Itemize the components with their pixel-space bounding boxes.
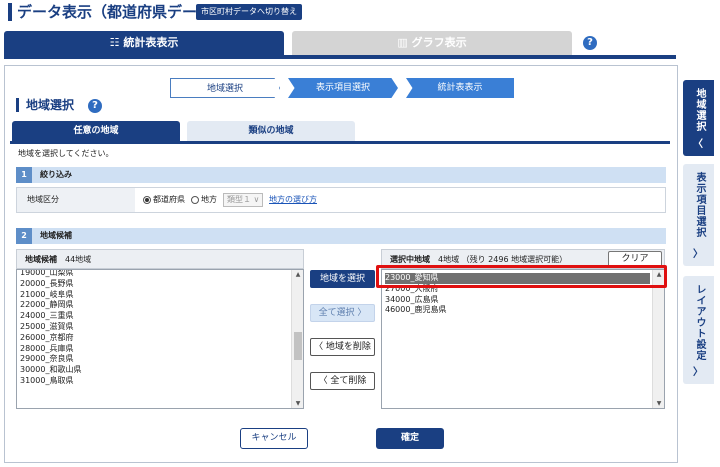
instruction-text: 地域を選択してください。 [18,149,114,158]
radio-dot [191,196,199,204]
list-item[interactable]: 30000_和歌山県 [20,365,303,376]
remove-all-button[interactable]: 〈 全て削除 [310,372,375,390]
howto-link[interactable]: 地方の選び方 [269,188,317,212]
radio-dot-checked [143,196,151,204]
selected-listbox[interactable]: 23000_愛知県 27000_大阪府 34000_広島県 46000_鹿児島県… [381,269,665,409]
help-icon[interactable]: ? [583,36,597,50]
scroll-down-icon[interactable]: ▼ [653,400,664,407]
list-item[interactable]: 29000_奈良県 [20,354,303,365]
radio-prefecture[interactable]: 都道府県 [143,188,185,212]
list-item[interactable]: 24000_三重県 [20,311,303,322]
region-type-options: 都道府県 地方 類型１ ∨ 地方の選び方 [143,188,317,212]
chevron-left-icon: 〈 [693,139,703,150]
step-region-select: 地域選択 [170,78,280,98]
side-tab-items-label: 表示項目選択 [694,172,705,238]
switch-to-municipality-button[interactable]: 市区町村データへ切り替え [196,4,302,20]
list-item[interactable]: 20000_長野県 [20,279,303,290]
radio-prefecture-label: 都道府県 [153,195,185,204]
tab-table-label: 統計表表示 [123,36,179,49]
list-item[interactable]: 22000_静岡県 [20,300,303,311]
candidates-number: 2 [16,228,32,244]
tab-arbitrary-region[interactable]: 任意の地域 [12,121,180,141]
table-icon: ☷ [109,36,124,49]
list-item[interactable]: 31000_鳥取県 [20,376,303,387]
selected-remaining: （残り 2496 地域選択可能） [461,255,568,264]
region-type-row: 地域区分 都道府県 地方 類型１ ∨ 地方の選び方 [16,187,666,213]
candidate-items: 19000_山梨県 20000_長野県 21000_岐阜県 22000_静岡県 … [17,270,303,387]
candidates-title: 地域候補 [40,231,72,240]
tab-graph-label: グラフ表示 [411,36,467,49]
type-select-value: 類型１ [227,195,251,204]
list-item[interactable]: 34000_広島県 [385,295,664,306]
step-item-select: 表示項目選択 [288,78,398,98]
select-all-button[interactable]: 全て選択 〉 [310,304,375,322]
candidate-count: 44地域 [65,255,92,264]
remove-region-button[interactable]: 〈 地域を削除 [310,338,375,356]
side-tab-region-label: 地域選択 [694,88,705,132]
tab-graph-view[interactable]: ▥ グラフ表示 [292,31,572,55]
select-region-button[interactable]: 地域を選択 [310,270,375,288]
bar-chart-icon: ▥ [397,36,412,49]
candidates-header: 2 地域候補 [16,228,666,244]
list-item[interactable]: 26000_京都府 [20,333,303,344]
tab-table-view[interactable]: ☷ 統計表表示 [4,31,284,55]
chevron-right-icon: 〉 [693,249,703,260]
list-item[interactable]: 46000_鹿児島県 [385,305,664,316]
selected-list-title: 選択中地域 [390,255,430,264]
list-item[interactable]: 28000_兵庫県 [20,344,303,355]
type-select[interactable]: 類型１ ∨ [223,193,263,207]
confirm-button[interactable]: 確定 [376,428,444,449]
step-table-display: 統計表表示 [406,78,514,98]
filter-header: 1 絞り込み [16,167,666,183]
cancel-button[interactable]: キャンセル [240,428,308,449]
section-help-icon[interactable]: ? [88,99,102,113]
radio-region-label: 地方 [201,195,217,204]
page-title: データ表示（都道府県データ） [8,3,227,21]
list-item[interactable]: 25000_滋賀県 [20,322,303,333]
tab-underline [4,55,676,59]
filter-number: 1 [16,167,32,183]
scroll-up-icon[interactable]: ▲ [292,271,303,278]
section-title: 地域選択 [16,98,74,112]
subtab-underline [10,141,670,144]
side-tab-layout[interactable]: レイアウト設定 〉 [683,276,714,384]
candidate-scrollbar[interactable]: ▲ ▼ [291,270,303,408]
selection-highlight [376,265,667,288]
selected-count: 4地域 [438,255,460,264]
radio-region[interactable]: 地方 [191,188,217,212]
chevron-right-icon: 〉 [693,367,703,378]
tab-similar-region[interactable]: 類似の地域 [187,121,355,141]
candidate-list-header: 地域候補 44地域 [16,249,304,269]
side-tab-layout-label: レイアウト設定 [694,284,705,361]
side-tab-region[interactable]: 地域選択 〈 [683,80,714,156]
region-type-label: 地域区分 [17,188,135,212]
filter-title: 絞り込み [40,170,72,179]
scroll-thumb[interactable] [294,332,302,360]
chevron-down-icon: ∨ [253,195,260,204]
side-tab-items[interactable]: 表示項目選択 〉 [683,164,714,266]
list-item[interactable]: 19000_山梨県 [20,270,303,279]
candidate-list-title: 地域候補 [25,255,57,264]
scroll-down-icon[interactable]: ▼ [292,400,303,407]
list-item[interactable]: 21000_岐阜県 [20,290,303,301]
selected-scrollbar[interactable]: ▲ ▼ [652,270,664,408]
candidate-listbox[interactable]: 19000_山梨県 20000_長野県 21000_岐阜県 22000_静岡県 … [16,269,304,409]
